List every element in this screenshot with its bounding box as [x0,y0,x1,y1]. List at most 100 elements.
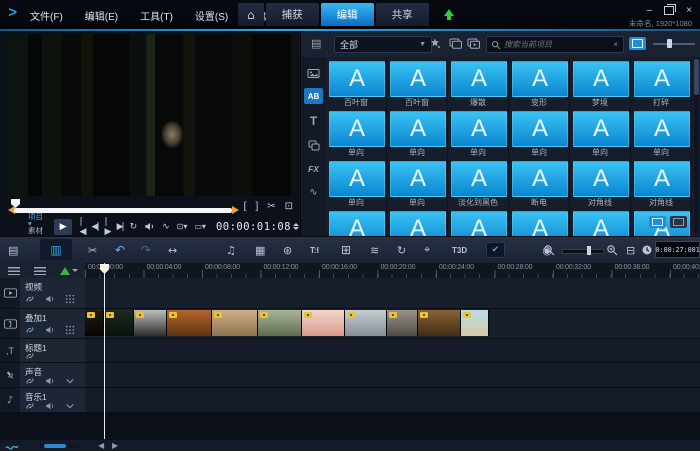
gallery-scrollbar[interactable] [694,58,699,234]
tab-home[interactable]: ⌂ [238,3,264,26]
tab-edit[interactable]: 编辑 [321,3,374,26]
prev-frame-button[interactable]: ◀| [92,222,98,232]
title-track-header[interactable]: ,T 标题1 [0,339,85,362]
timeline-clip[interactable] [461,310,489,336]
preview-timecode[interactable]: 00:00:01:08 [216,221,291,233]
transition-item[interactable]: A梦境 [570,58,631,108]
link-icon[interactable] [25,401,35,411]
transition-thumbnail[interactable]: A [329,211,385,236]
category-title-icon[interactable]: T [304,113,323,129]
display-mode-off-button[interactable] [670,216,687,228]
transition-thumbnail[interactable]: A [512,61,568,97]
link-icon[interactable] [25,325,35,335]
scrollbar-thumb[interactable] [694,59,699,95]
ripple-edit-button[interactable]: ↔ [168,242,177,258]
go-end-button[interactable]: ▶| [117,222,123,232]
timeline-clip[interactable] [85,310,104,336]
category-transitions-icon[interactable]: AB [304,88,323,104]
chevron-down-icon[interactable] [65,401,75,411]
transparency-grid-icon[interactable] [65,325,75,335]
transition-thumbnail[interactable]: A [329,111,385,147]
transition-item[interactable]: A百叶窗 [326,58,387,108]
timeline-clip[interactable] [345,310,387,336]
timeline-clip[interactable] [302,310,345,336]
display-mode-on-button[interactable] [649,216,666,228]
scroll-mode-icon[interactable] [5,442,19,451]
library-icon[interactable]: ▤ [311,37,321,50]
timeline-clip[interactable] [134,310,167,336]
upgrade-arrow-icon[interactable] [444,9,454,16]
speaker-icon[interactable] [45,376,55,386]
music-track-header[interactable]: ♪ 音乐1 [0,388,85,412]
mark-in-button[interactable]: [ [244,201,247,212]
thumbnail-size-slider[interactable] [653,43,695,45]
transition-item[interactable]: A单向 [570,108,631,158]
transition-thumbnail[interactable]: A [390,211,446,236]
restore-button[interactable] [664,6,674,15]
transition-item[interactable]: A打碎 [631,58,692,108]
scroll-left-button[interactable]: ◀ [98,441,104,450]
transition-item[interactable]: A单向 [326,158,387,208]
transition-thumbnail[interactable]: A [573,61,629,97]
transition-thumbnail[interactable]: A [390,61,446,97]
timeline-clip[interactable] [167,310,212,336]
video-track-header[interactable]: 视频 [0,278,85,308]
next-frame-button[interactable]: |▶ [105,217,110,237]
undo-button[interactable]: ↶ [115,242,125,258]
transition-thumbnail[interactable]: A [512,111,568,147]
tab-capture[interactable]: 捕获 [266,3,319,26]
transition-item[interactable]: A单向 [509,108,570,158]
scrub-bar[interactable] [14,208,232,213]
transition-thumbnail[interactable]: A [390,111,446,147]
3d-title-button[interactable]: T3D [452,242,467,258]
fit-timeline-button[interactable]: ⊟ [626,242,635,258]
voice-track-header[interactable]: 声音 [0,363,85,387]
transition-thumbnail[interactable]: A [329,161,385,197]
timeline-playhead-line[interactable] [104,263,105,439]
menu-item[interactable]: 设置(S) [195,8,228,23]
transition-thumbnail[interactable]: A [451,111,507,147]
transition-item[interactable]: A变形 [509,58,570,108]
aspect-option-button[interactable]: ▭▾ [194,222,206,231]
thumbnail-view-toggle[interactable] [629,37,646,50]
transition-thumbnail[interactable]: A [451,161,507,197]
snapshot-button[interactable]: ▦ [255,242,265,258]
auto-music-button[interactable]: ♫ [226,242,236,258]
category-filters-icon[interactable]: FX [304,161,323,177]
transition-item[interactable]: A [570,208,631,236]
transition-thumbnail[interactable]: A [512,161,568,197]
close-button[interactable]: × [686,5,692,16]
transition-thumbnail[interactable]: A [451,211,507,236]
timeline-view-button[interactable]: ▥ [40,239,72,260]
transition-thumbnail[interactable]: A [634,111,690,147]
speaker-icon[interactable] [45,294,55,304]
overlay-track-header[interactable]: 叠加1 [0,309,85,338]
show-library-videos-icon[interactable] [467,37,480,49]
voice-track-lane[interactable] [85,363,700,387]
slider-handle[interactable] [667,39,672,48]
transition-item[interactable]: A [448,208,509,236]
volume-button[interactable] [144,221,155,232]
speaker-icon[interactable] [45,325,55,335]
transition-item[interactable]: A对角线 [631,158,692,208]
transition-item[interactable]: A单向 [387,158,448,208]
subtitle-editor-button[interactable]: T:I [310,242,319,258]
speed-button[interactable]: ≋ [370,242,379,258]
add-track-button[interactable] [60,267,78,275]
search-box[interactable]: × [486,36,624,53]
storyboard-view-button[interactable]: ▤ [8,242,18,258]
mark-out-button[interactable]: ] [255,201,258,212]
transition-thumbnail[interactable]: A [329,61,385,97]
transition-item[interactable]: A百叶窗 [387,58,448,108]
show-library-photos-icon[interactable] [449,37,462,49]
transition-item[interactable]: A单向 [448,108,509,158]
zoom-out-button[interactable] [543,242,555,258]
timeline-zoom-slider[interactable] [562,249,604,254]
track-list-icon[interactable] [34,267,46,275]
preview-video[interactable] [8,34,291,196]
transparency-grid-icon[interactable] [65,294,75,304]
redo-button[interactable]: ↷ [141,242,151,258]
timeline-clip[interactable] [418,310,461,336]
track-manager-icon[interactable] [8,267,20,275]
music-track-lane[interactable] [85,388,700,412]
